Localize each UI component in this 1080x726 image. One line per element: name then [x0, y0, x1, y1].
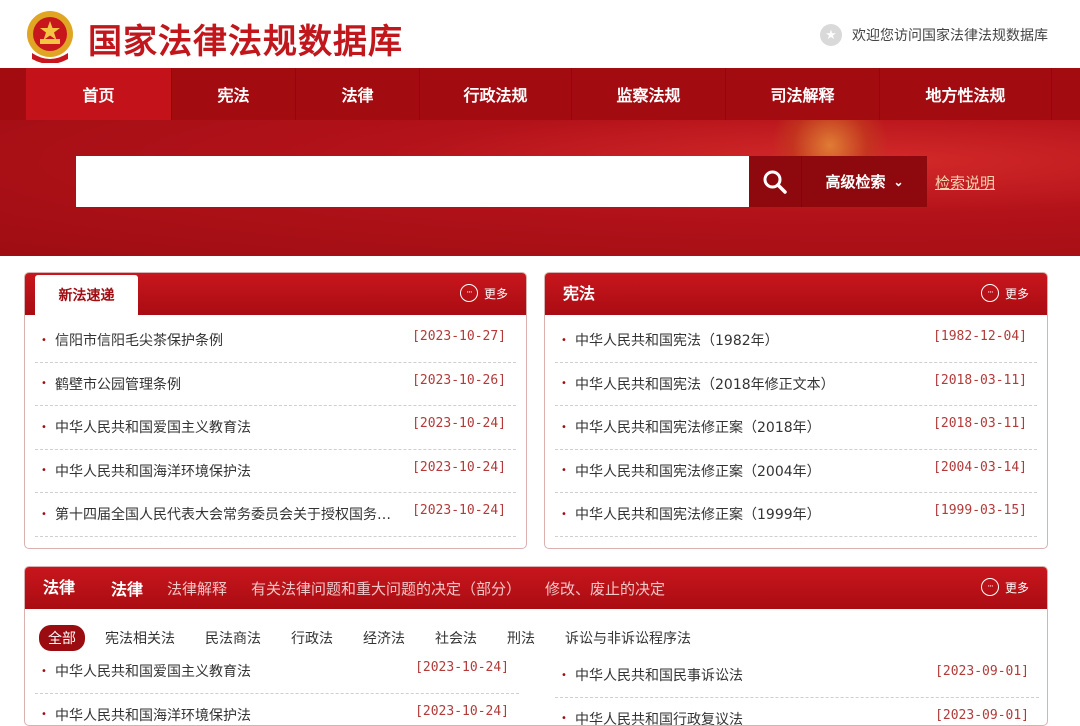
new-laws-panel-header: 新法速递 ··· 更多 — [25, 273, 526, 315]
nav-item-judicial-interpretations[interactable]: 司法解释 — [726, 68, 880, 120]
bullet-icon: • — [35, 666, 49, 677]
law-more-link[interactable]: ··· 更多 — [981, 578, 1029, 596]
advanced-search-label: 高级检索 — [825, 171, 885, 192]
more-circle-icon: ··· — [981, 578, 999, 596]
bullet-icon: • — [555, 335, 569, 346]
list-item[interactable]: •鹤壁市公园管理条例[2023-10-26] — [35, 363, 516, 407]
filter-constitution-related[interactable]: 宪法相关法 — [105, 628, 175, 648]
bullet-icon: • — [555, 509, 569, 520]
constitution-more-link[interactable]: ··· 更多 — [981, 284, 1029, 302]
search-banner: 高级检索 ⌄ 检索说明 — [0, 120, 1080, 256]
constitution-list: •中华人民共和国宪法（1982年）[1982-12-04] •中华人民共和国宪法… — [555, 319, 1037, 537]
bullet-icon: • — [555, 713, 569, 724]
site-title[interactable]: 国家法律法规数据库 — [88, 14, 403, 63]
law-tabs: 法律 法律解释 有关法律问题和重大问题的决定（部分） 修改、废止的决定 — [111, 567, 689, 609]
chevron-down-icon: ⌄ — [893, 175, 903, 189]
nav-item-law[interactable]: 法律 — [296, 68, 420, 120]
list-item[interactable]: •中华人民共和国宪法修正案（2018年）[2018-03-11] — [555, 406, 1037, 450]
filter-all[interactable]: 全部 — [39, 625, 85, 651]
bullet-icon: • — [555, 465, 569, 476]
nav-item-home[interactable]: 首页 — [26, 68, 172, 120]
nav-item-local-regulations[interactable]: 地方性法规 — [880, 68, 1052, 120]
bullet-icon: • — [555, 422, 569, 433]
list-item[interactable]: •中华人民共和国行政复议法[2023-09-01] — [555, 698, 1039, 726]
main-nav: 首页 宪法 法律 行政法规 监察法规 司法解释 地方性法规 — [0, 68, 1080, 120]
list-item[interactable]: •中华人民共和国民事诉讼法[2023-09-01] — [555, 654, 1039, 698]
site-header: 国家法律法规数据库 ★ 欢迎您访问国家法律法规数据库 — [0, 0, 1080, 68]
list-item[interactable]: •第十四届全国人民代表大会常务委员会关于授权国务院…[2023-10-24] — [35, 493, 516, 537]
law-panel: 法律 法律 法律解释 有关法律问题和重大问题的决定（部分） 修改、废止的决定 ·… — [24, 566, 1048, 726]
constitution-panel-header: 宪法 ··· 更多 — [545, 273, 1047, 315]
filter-civil-commercial[interactable]: 民法商法 — [205, 628, 261, 648]
search-icon — [762, 169, 788, 195]
tab-new-laws[interactable]: 新法速递 — [35, 275, 138, 315]
more-label: 更多 — [484, 285, 508, 302]
list-item[interactable]: •中华人民共和国海洋环境保护法[2023-10-24] — [35, 450, 516, 494]
more-label: 更多 — [1005, 285, 1029, 302]
national-emblem-icon[interactable] — [24, 9, 76, 63]
nav-item-supervisory-regulations[interactable]: 监察法规 — [572, 68, 726, 120]
list-item[interactable]: •中华人民共和国宪法（1982年）[1982-12-04] — [555, 319, 1037, 363]
constitution-panel: 宪法 ··· 更多 •中华人民共和国宪法（1982年）[1982-12-04] … — [544, 272, 1048, 549]
bullet-icon: • — [35, 335, 49, 346]
tab-law-decisions[interactable]: 有关法律问题和重大问题的决定（部分） — [251, 578, 521, 599]
welcome-text: 欢迎您访问国家法律法规数据库 — [852, 25, 1048, 45]
tab-amend-repeal-decisions[interactable]: 修改、废止的决定 — [545, 578, 665, 599]
new-laws-more-link[interactable]: ··· 更多 — [460, 284, 508, 302]
filter-administrative[interactable]: 行政法 — [291, 628, 333, 648]
bullet-icon: • — [35, 709, 49, 720]
filter-economic[interactable]: 经济法 — [363, 628, 405, 648]
more-circle-icon: ··· — [460, 284, 478, 302]
list-item[interactable]: •中华人民共和国宪法（2018年修正文本）[2018-03-11] — [555, 363, 1037, 407]
new-laws-panel: 新法速递 ··· 更多 •信阳市信阳毛尖茶保护条例[2023-10-27] •鹤… — [24, 272, 527, 549]
constitution-panel-title[interactable]: 宪法 — [563, 273, 595, 315]
more-circle-icon: ··· — [981, 284, 999, 302]
more-label: 更多 — [1005, 579, 1029, 596]
bullet-icon: • — [35, 378, 49, 389]
tab-law[interactable]: 法律 — [111, 576, 143, 600]
star-icon: ★ — [820, 24, 842, 46]
filter-social[interactable]: 社会法 — [435, 628, 477, 648]
list-item[interactable]: •中华人民共和国爱国主义教育法[2023-10-24] — [35, 650, 519, 694]
law-list-right: •中华人民共和国民事诉讼法[2023-09-01] •中华人民共和国行政复议法[… — [555, 654, 1039, 726]
bullet-icon: • — [35, 465, 49, 476]
tab-law-interpretation[interactable]: 法律解释 — [167, 578, 227, 599]
search-help-link[interactable]: 检索说明 — [935, 172, 995, 193]
search-input[interactable] — [76, 156, 749, 207]
bullet-icon: • — [35, 422, 49, 433]
welcome-message: ★ 欢迎您访问国家法律法规数据库 — [820, 24, 1048, 46]
law-list-left: •中华人民共和国爱国主义教育法[2023-10-24] •中华人民共和国海洋环境… — [35, 650, 519, 726]
bullet-icon: • — [555, 670, 569, 681]
law-panel-title[interactable]: 法律 — [43, 567, 75, 609]
list-item[interactable]: •中华人民共和国宪法修正案（1999年）[1999-03-15] — [555, 493, 1037, 537]
advanced-search-button[interactable]: 高级检索 ⌄ — [801, 156, 927, 207]
bullet-icon: • — [555, 378, 569, 389]
new-laws-list: •信阳市信阳毛尖茶保护条例[2023-10-27] •鹤壁市公园管理条例[202… — [35, 319, 516, 537]
list-item[interactable]: •信阳市信阳毛尖茶保护条例[2023-10-27] — [35, 319, 516, 363]
filter-procedure[interactable]: 诉讼与非诉讼程序法 — [565, 628, 691, 648]
search-button[interactable] — [749, 156, 801, 207]
nav-item-administrative-regulations[interactable]: 行政法规 — [420, 68, 572, 120]
law-category-filters: 全部 宪法相关法 民法商法 行政法 经济法 社会法 刑法 诉讼与非诉讼程序法 — [39, 625, 721, 651]
bullet-icon: • — [35, 509, 49, 520]
list-item[interactable]: •中华人民共和国爱国主义教育法[2023-10-24] — [35, 406, 516, 450]
law-panel-header: 法律 法律 法律解释 有关法律问题和重大问题的决定（部分） 修改、废止的决定 ·… — [25, 567, 1047, 609]
nav-item-constitution[interactable]: 宪法 — [172, 68, 296, 120]
filter-criminal[interactable]: 刑法 — [507, 628, 535, 648]
list-item[interactable]: •中华人民共和国宪法修正案（2004年）[2004-03-14] — [555, 450, 1037, 494]
